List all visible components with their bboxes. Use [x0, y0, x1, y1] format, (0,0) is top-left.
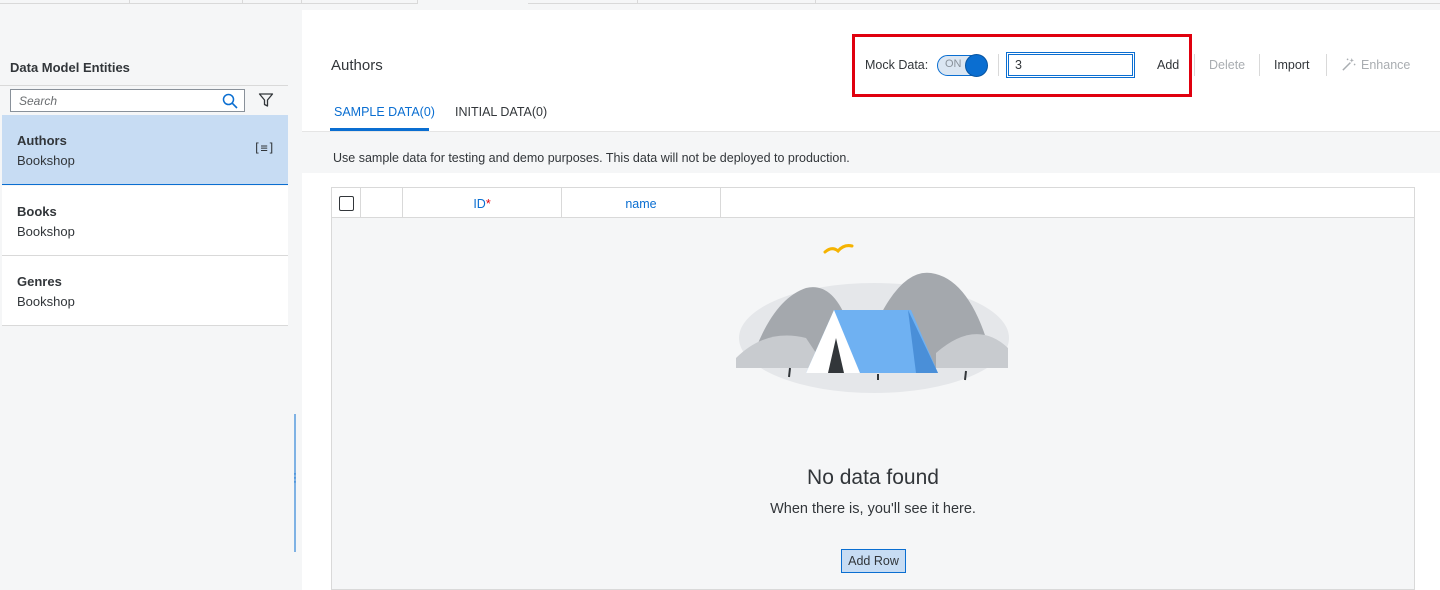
- entity-name: Authors: [17, 133, 67, 148]
- select-all-cell: [332, 188, 361, 218]
- count-field[interactable]: [1009, 55, 1132, 75]
- divider: [1259, 54, 1260, 76]
- empty-state-tent-illustration: [736, 244, 1009, 393]
- mock-data-toggle[interactable]: ON: [937, 54, 989, 77]
- top-tab[interactable]: [816, 0, 1440, 4]
- toggle-state-label: ON: [945, 58, 962, 70]
- required-marker: *: [485, 197, 491, 211]
- top-tab[interactable]: [302, 0, 418, 4]
- info-message: Use sample data for testing and demo pur…: [333, 151, 850, 165]
- select-all-checkbox[interactable]: [339, 196, 354, 211]
- tab-initial-data[interactable]: INITIAL DATA(0): [455, 105, 547, 119]
- divider: [1194, 54, 1195, 76]
- add-row-button[interactable]: Add Row: [841, 549, 906, 573]
- import-button[interactable]: Import: [1274, 58, 1309, 72]
- entity-namespace: Bookshop: [17, 153, 75, 168]
- entity-item-authors[interactable]: Authors Bookshop [≡]: [2, 115, 288, 185]
- filter-icon[interactable]: [258, 92, 274, 108]
- data-table: ID* name No data found When there is, yo…: [331, 187, 1415, 590]
- app-root: Data Model Entities Authors Bookshop [≡]…: [0, 0, 1440, 590]
- header-cell: [361, 188, 403, 218]
- tab-sample-data[interactable]: SAMPLE DATA(0): [334, 105, 435, 119]
- table-header: ID* name: [332, 188, 1414, 218]
- empty-state-subtitle: When there is, you'll see it here.: [770, 501, 976, 517]
- mock-data-label: Mock Data:: [865, 58, 929, 72]
- entity-name: Genres: [17, 274, 62, 289]
- splitter-grip-icon[interactable]: · · ·: [292, 469, 298, 488]
- empty-state-title: No data found: [807, 466, 939, 489]
- entity-namespace: Bookshop: [17, 294, 75, 309]
- toggle-knob[interactable]: [965, 54, 988, 77]
- divider: [998, 54, 999, 76]
- sidebar-title: Data Model Entities: [10, 60, 130, 75]
- search-field[interactable]: [10, 89, 245, 112]
- column-label: name: [625, 197, 657, 211]
- sidebar: Data Model Entities Authors Bookshop [≡]…: [0, 4, 288, 590]
- magic-wand-icon[interactable]: [1341, 57, 1356, 72]
- delete-button[interactable]: Delete: [1209, 58, 1245, 72]
- details-icon[interactable]: [≡]: [253, 141, 275, 155]
- add-button[interactable]: Add: [1157, 58, 1179, 72]
- page-title: Authors: [331, 57, 383, 74]
- entity-item-books[interactable]: Books Bookshop: [2, 186, 288, 256]
- column-header-name[interactable]: name: [562, 188, 721, 218]
- column-label: ID: [473, 197, 486, 211]
- mock-count-input[interactable]: [1006, 52, 1135, 78]
- enhance-button[interactable]: Enhance: [1361, 58, 1410, 72]
- top-tab[interactable]: [528, 0, 638, 4]
- search-icon[interactable]: [222, 93, 238, 109]
- column-header-id[interactable]: ID*: [403, 188, 562, 218]
- entity-name: Books: [17, 204, 57, 219]
- entity-item-genres[interactable]: Genres Bookshop: [2, 256, 288, 326]
- divider: [0, 85, 288, 86]
- search-input[interactable]: [11, 90, 216, 111]
- divider: [1326, 54, 1327, 76]
- entity-namespace: Bookshop: [17, 224, 75, 239]
- top-tab[interactable]: [638, 0, 816, 4]
